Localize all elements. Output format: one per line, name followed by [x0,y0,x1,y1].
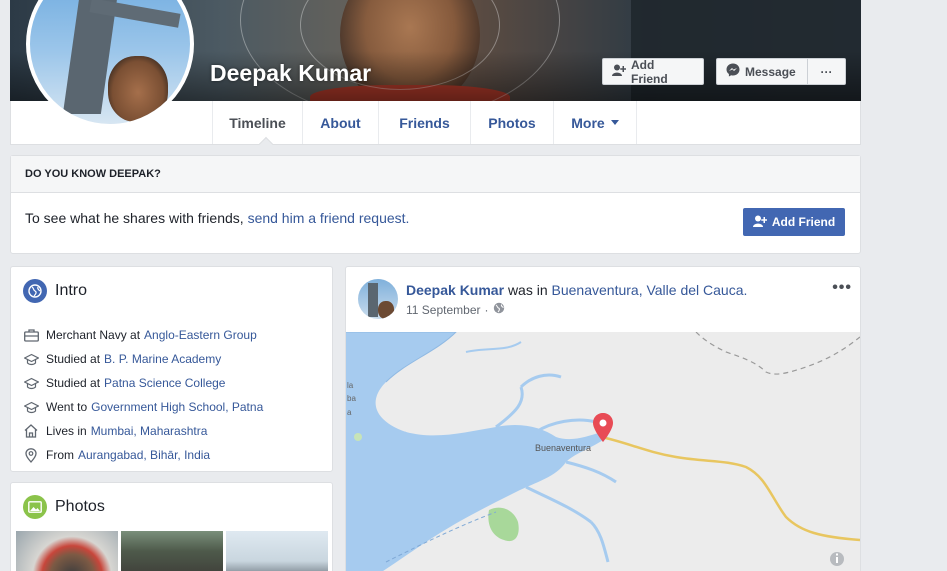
post-date[interactable]: 11 September [406,303,481,317]
location-map[interactable]: Buenaventura la ba a [346,332,860,571]
intro-item-prefix: Merchant Navy at [46,328,141,342]
intro-item-prefix: Went to [46,400,88,414]
tab-about-label: About [320,114,361,131]
intro-item-link[interactable]: Patna Science College [104,376,225,390]
post-verb: was in [507,282,548,298]
message-label: Message [745,64,796,79]
intro-item-prefix: Studied at [46,376,101,390]
photo-thumbnail[interactable] [226,531,328,571]
home-icon [23,423,39,439]
photo-icon [23,495,47,519]
more-options-button[interactable]: ··· [808,58,846,85]
intro-item-link[interactable]: Mumbai, Maharashtra [91,424,208,438]
tab-about[interactable]: About [303,101,379,144]
tab-timeline[interactable]: Timeline [212,101,303,144]
post-options-button[interactable]: ••• [832,279,852,297]
intro-item-link[interactable]: Anglo-Eastern Group [144,328,257,342]
post-timestamp-row: 11 September · [406,302,505,317]
intro-item-prefix: Lives in [46,424,87,438]
chevron-down-icon [610,120,619,125]
location-pin-icon [23,447,39,463]
intro-item-lives: Lives in Mumbai, Maharashtra [23,419,263,443]
tab-more[interactable]: More [554,101,637,144]
intro-card: Intro Merchant Navy at Anglo-Eastern Gro… [10,266,333,472]
avatar-statue-shape [368,283,378,317]
graduation-cap-icon [23,375,39,391]
tab-timeline-label: Timeline [229,114,286,131]
intro-item-from: From Aurangabad, Bihār, India [23,443,263,467]
briefcase-icon [23,327,39,343]
photos-title: Photos [55,498,105,515]
add-friend-button[interactable]: Add Friend [602,57,704,86]
profile-name[interactable]: Deepak Kumar [210,60,371,87]
globe-icon [493,302,505,317]
do-you-know-heading: DO YOU KNOW DEEPAK? [11,156,860,193]
add-friend-icon [612,64,627,79]
map-city-label: Buenaventura [535,443,592,453]
intro-item-link[interactable]: Government High School, Patna [91,400,263,414]
intro-title: Intro [55,282,88,299]
tab-friends-label: Friends [399,114,450,131]
map-edge-label: a [347,408,352,417]
map-drawing [346,332,860,571]
intro-item-education: Studied at B. P. Marine Academy [23,347,263,371]
intro-item-school: Went to Government High School, Patna [23,395,263,419]
intro-header: Intro [23,279,87,303]
tab-photos[interactable]: Photos [471,101,554,144]
add-friend-icon [752,215,768,230]
do-you-know-message: To see what he shares with friends, [25,210,244,226]
intro-item-prefix: Studied at [46,352,101,366]
map-edge-label: ba [347,394,356,403]
post-author-avatar[interactable] [358,279,398,319]
post-author-name[interactable]: Deepak Kumar [406,282,504,298]
post-card: Deepak Kumar was in Buenaventura, Valle … [345,266,861,571]
do-you-know-card: DO YOU KNOW DEEPAK? To see what he share… [10,155,861,254]
photos-header[interactable]: Photos [23,495,105,519]
graduation-cap-icon [23,351,39,367]
message-button[interactable]: Message [716,58,808,85]
tab-more-label: More [571,114,605,131]
photo-thumbnail[interactable] [16,531,118,571]
person-head-shape [108,56,168,122]
graduation-cap-icon [23,399,39,415]
do-you-know-text: To see what he shares with friends, send… [25,210,409,226]
photos-card: Photos [10,482,333,571]
tab-photos-label: Photos [488,114,536,131]
add-friend-primary-button[interactable]: Add Friend [743,208,845,236]
post-place-link[interactable]: Buenaventura, Valle del Cauca. [552,282,748,298]
post-date-separator: · [484,302,489,317]
globe-icon [23,279,47,303]
post-header-line: Deepak Kumar was in Buenaventura, Valle … [406,282,747,298]
intro-item-link[interactable]: Aurangabad, Bihār, India [78,448,210,462]
intro-item-prefix: From [46,448,74,462]
messenger-icon [726,63,740,80]
intro-list: Merchant Navy at Anglo-Eastern Group Stu… [23,323,263,467]
add-friend-primary-label: Add Friend [771,215,836,229]
intro-item-work: Merchant Navy at Anglo-Eastern Group [23,323,263,347]
intro-item-education: Studied at Patna Science College [23,371,263,395]
friend-request-link[interactable]: send him a friend request. [248,210,410,226]
more-dots-icon: ··· [820,64,833,79]
tab-friends[interactable]: Friends [379,101,471,144]
avatar-head-shape [378,301,394,319]
intro-item-link[interactable]: B. P. Marine Academy [104,352,221,366]
add-friend-label: Add Friend [631,57,668,86]
map-edge-label: la [347,381,354,390]
photo-thumbnail[interactable] [121,531,223,571]
